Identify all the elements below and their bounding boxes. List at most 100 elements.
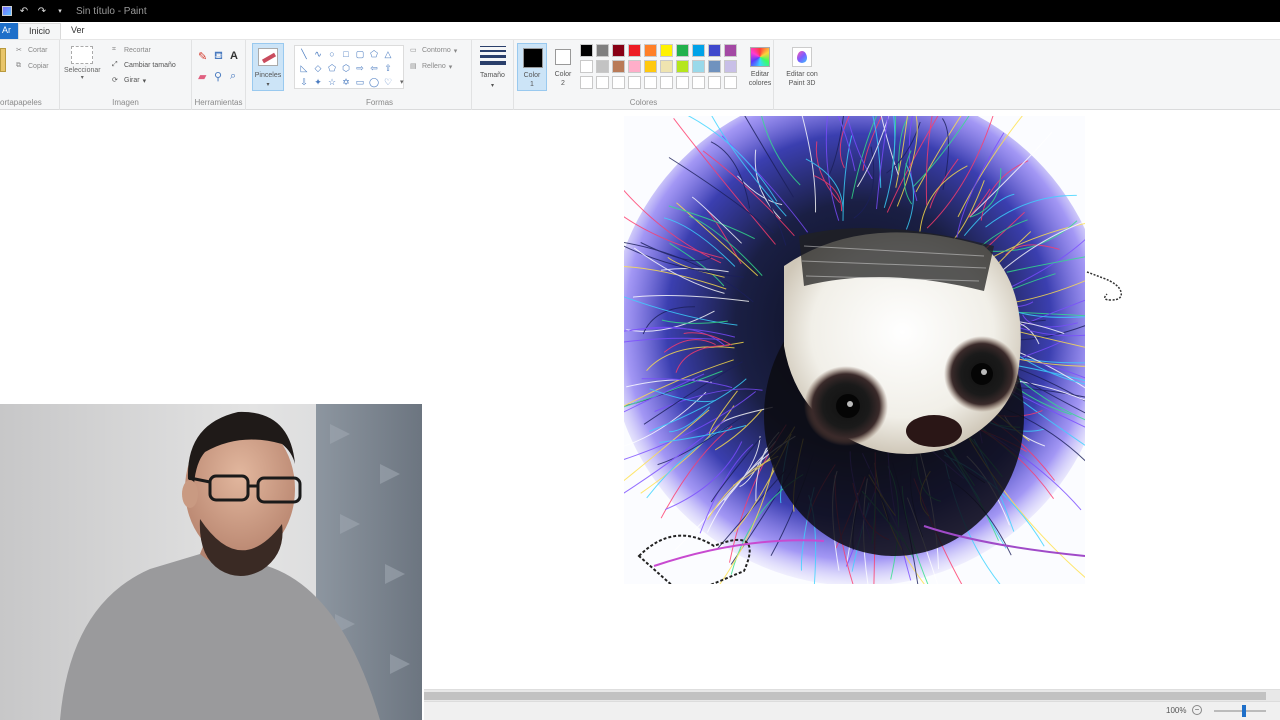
outline-button[interactable]: ▭ Contorno ▾ <box>410 46 457 55</box>
up-arrow-shape-icon[interactable]: ⇧ <box>381 61 395 75</box>
horizontal-scrollbar-thumb[interactable] <box>424 692 1266 700</box>
palette-swatch[interactable] <box>676 76 689 89</box>
palette-swatch[interactable] <box>628 44 641 57</box>
copy-button[interactable]: ⧉ Copiar <box>16 62 49 71</box>
six-point-star-shape-icon[interactable]: ✡ <box>339 75 353 89</box>
brushes-group: Pinceles ▾ <box>246 40 288 110</box>
color2-label: Color <box>554 71 572 78</box>
right-triangle-shape-icon[interactable]: ◺ <box>297 61 311 75</box>
customize-dropdown-icon[interactable]: ▾ <box>54 5 66 17</box>
palette-swatch[interactable] <box>644 44 657 57</box>
rounded-rectangle-shape-icon[interactable]: ▢ <box>353 47 367 61</box>
palette-swatch[interactable] <box>724 60 737 73</box>
psychedelic-sloth-drawing <box>624 116 1085 584</box>
palette-swatch[interactable] <box>660 76 673 89</box>
magnifier-icon[interactable]: ⌕ <box>230 70 236 83</box>
right-arrow-shape-icon[interactable]: ⇨ <box>353 61 367 75</box>
tab-view[interactable]: Ver <box>61 23 95 39</box>
line-shape-icon[interactable]: ╲ <box>297 47 311 61</box>
crop-button[interactable]: ⌗ Recortar <box>112 46 151 55</box>
fill-bucket-icon[interactable]: ⛾ <box>214 50 223 64</box>
palette-swatch[interactable] <box>580 76 593 89</box>
polygon-shape-icon[interactable]: ⬠ <box>367 47 381 61</box>
brushes-dropdown-icon: ▾ <box>266 82 270 88</box>
palette-swatch[interactable] <box>724 76 737 89</box>
shapes-more-icon[interactable]: ▾ <box>400 78 404 86</box>
palette-swatch[interactable] <box>692 60 705 73</box>
left-arrow-shape-icon[interactable]: ⇦ <box>367 61 381 75</box>
outline-icon: ▭ <box>410 47 417 54</box>
palette-swatch[interactable] <box>580 60 593 73</box>
palette-swatch[interactable] <box>724 44 737 57</box>
tab-home[interactable]: Inicio <box>18 23 62 39</box>
palette-swatch[interactable] <box>708 60 721 73</box>
select-button[interactable]: Seleccionar ▾ <box>64 46 101 81</box>
shapes-group-label: Formas <box>365 98 394 107</box>
palette-swatch[interactable] <box>644 76 657 89</box>
paint-window: ↶ ↷ ▾ Sin título - Paint Ar Inicio Ver ✂… <box>0 0 1280 720</box>
diamond-shape-icon[interactable]: ◇ <box>311 61 325 75</box>
eraser-icon[interactable]: ▰ <box>198 70 206 83</box>
fill-button[interactable]: ▤ Relleno ▾ <box>410 62 452 71</box>
curve-shape-icon[interactable]: ∿ <box>311 47 325 61</box>
color-picker-icon[interactable]: ⚲ <box>214 70 222 83</box>
drawing-canvas[interactable] <box>624 116 1085 584</box>
palette-swatch[interactable] <box>660 60 673 73</box>
zoom-out-icon[interactable]: − <box>1192 705 1202 715</box>
heart-shape-icon[interactable]: ♡ <box>381 75 395 89</box>
text-icon[interactable]: A <box>230 50 238 62</box>
zoom-slider-thumb[interactable] <box>1242 705 1246 717</box>
edit-colors-button[interactable]: Editar colores <box>746 43 774 91</box>
zoom-slider-track[interactable] <box>1214 710 1266 712</box>
palette-swatch[interactable] <box>628 76 641 89</box>
fill-icon: ▤ <box>410 63 417 70</box>
resize-button[interactable]: ⤢ Cambiar tamaño <box>112 61 176 70</box>
callout-oval-shape-icon[interactable]: ◯ <box>367 75 381 89</box>
ribbon-tabs: Ar Inicio Ver <box>0 22 1280 40</box>
pentagon-shape-icon[interactable]: ⬠ <box>325 61 339 75</box>
palette-swatch[interactable] <box>708 76 721 89</box>
palette-swatch[interactable] <box>708 44 721 57</box>
palette-swatch[interactable] <box>692 76 705 89</box>
pencil-icon[interactable]: ✎ <box>198 50 207 63</box>
redo-icon[interactable]: ↷ <box>36 5 48 17</box>
palette-swatch[interactable] <box>612 60 625 73</box>
palette-swatch[interactable] <box>692 44 705 57</box>
palette-swatch[interactable] <box>676 44 689 57</box>
tools-group-label: Herramientas <box>194 98 243 107</box>
edit-with-paint3d-button[interactable]: Editar con Paint 3D <box>774 43 830 91</box>
palette-swatch[interactable] <box>660 44 673 57</box>
palette-swatch[interactable] <box>628 60 641 73</box>
palette-swatch[interactable] <box>596 76 609 89</box>
paste-icon[interactable] <box>0 48 6 72</box>
undo-icon[interactable]: ↶ <box>18 5 30 17</box>
color1-number: 1 <box>530 81 534 88</box>
down-arrow-shape-icon[interactable]: ⇩ <box>297 75 311 89</box>
horizontal-scrollbar[interactable] <box>424 689 1280 701</box>
palette-swatch[interactable] <box>644 60 657 73</box>
callout-rect-shape-icon[interactable]: ▭ <box>353 75 367 89</box>
window-title: Sin título - Paint <box>76 5 147 17</box>
color2-button[interactable]: Color 2 <box>550 43 576 91</box>
oval-shape-icon[interactable]: ○ <box>325 47 339 61</box>
brushes-button[interactable]: Pinceles ▾ <box>252 43 284 91</box>
size-icon[interactable] <box>480 46 506 65</box>
palette-swatch[interactable] <box>580 44 593 57</box>
hexagon-shape-icon[interactable]: ⬡ <box>339 61 353 75</box>
rectangle-shape-icon[interactable]: □ <box>339 47 353 61</box>
palette-swatch[interactable] <box>596 44 609 57</box>
palette-swatch[interactable] <box>676 60 689 73</box>
palette-swatch[interactable] <box>596 60 609 73</box>
rotate-button[interactable]: ⟳ Girar ▾ <box>112 76 146 85</box>
cut-button[interactable]: ✂ Cortar <box>16 46 47 55</box>
palette-swatch[interactable] <box>612 44 625 57</box>
resize-icon: ⤢ <box>112 61 118 68</box>
four-point-star-shape-icon[interactable]: ✦ <box>311 75 325 89</box>
stray-brush-doodle <box>1086 271 1123 301</box>
triangle-shape-icon[interactable]: △ <box>381 47 395 61</box>
color1-button[interactable]: Color 1 <box>517 43 547 91</box>
palette-swatch[interactable] <box>612 76 625 89</box>
five-point-star-shape-icon[interactable]: ☆ <box>325 75 339 89</box>
cut-label: Cortar <box>28 47 48 54</box>
tab-file[interactable]: Ar <box>0 23 18 39</box>
